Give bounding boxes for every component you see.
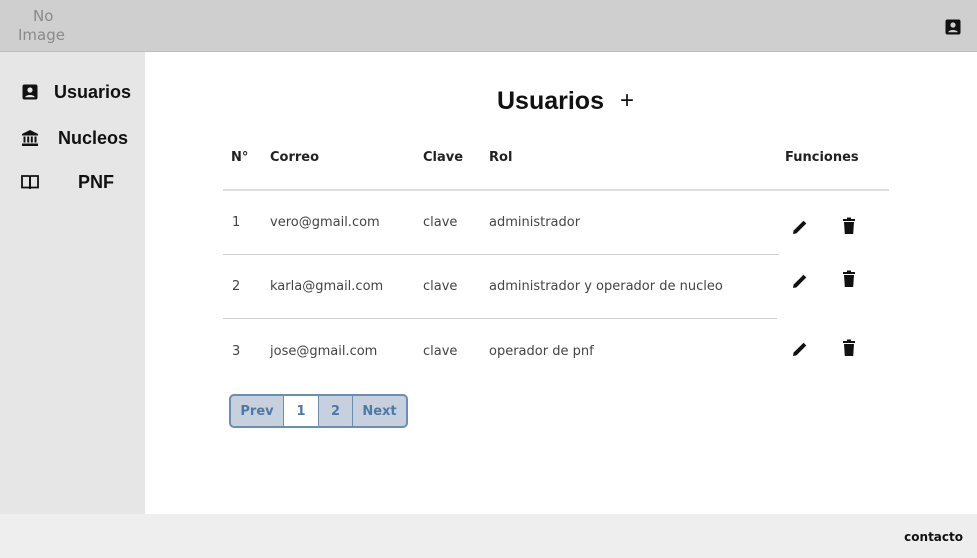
row-correo: vero@gmail.com xyxy=(270,215,380,230)
sidebar-item-pnf[interactable]: PNF xyxy=(0,166,145,198)
table-header-divider xyxy=(223,189,889,191)
row-number: 3 xyxy=(232,344,241,359)
page-title-bar: Usuarios + xyxy=(497,86,634,116)
logo-text-line2: Image xyxy=(18,26,65,44)
user-card-icon xyxy=(22,84,38,100)
page-title: Usuarios xyxy=(497,86,604,115)
pagination-prev-button[interactable]: Prev xyxy=(231,396,284,426)
row-number: 2 xyxy=(232,279,241,294)
column-header-correo: Correo xyxy=(270,150,320,165)
pagination: Prev 1 2 Next xyxy=(229,394,408,428)
sidebar-item-label: PNF xyxy=(78,171,114,192)
book-icon xyxy=(21,175,39,190)
sidebar: Usuarios Nucleos PNF xyxy=(0,52,145,514)
column-header-funciones: Funciones xyxy=(785,150,859,165)
add-user-button[interactable]: + xyxy=(620,89,634,113)
user-profile-icon[interactable] xyxy=(945,19,961,35)
column-header-rol: Rol xyxy=(489,150,513,165)
row-rol: administrador xyxy=(489,215,581,230)
logo-placeholder: No Image xyxy=(18,7,78,45)
row-rol: operador de pnf xyxy=(489,344,594,359)
row-number: 1 xyxy=(232,215,241,230)
sidebar-item-nucleos[interactable]: Nucleos xyxy=(0,122,145,154)
pagination-page-1[interactable]: 1 xyxy=(284,396,319,426)
row-divider xyxy=(223,254,779,255)
sidebar-item-usuarios[interactable]: Usuarios xyxy=(0,76,145,108)
row-clave: clave xyxy=(423,215,458,230)
row-clave: clave xyxy=(423,279,458,294)
top-bar: No Image xyxy=(0,0,977,52)
bank-icon xyxy=(22,130,38,146)
footer: contacto xyxy=(0,514,977,558)
trash-icon[interactable] xyxy=(840,217,858,235)
contact-link[interactable]: contacto xyxy=(904,530,963,544)
pencil-icon[interactable] xyxy=(791,340,809,358)
column-header-clave: Clave xyxy=(423,150,464,165)
column-header-number: N° xyxy=(231,150,249,165)
trash-icon[interactable] xyxy=(840,339,858,357)
sidebar-item-label: Nucleos xyxy=(58,127,129,148)
row-correo: jose@gmail.com xyxy=(270,344,378,359)
sidebar-item-label: Usuarios xyxy=(54,81,132,102)
row-rol: administrador y operador de nucleo xyxy=(489,279,723,294)
pagination-next-button[interactable]: Next xyxy=(353,396,406,426)
pencil-icon[interactable] xyxy=(791,272,809,290)
row-correo: karla@gmail.com xyxy=(270,279,384,294)
row-clave: clave xyxy=(423,344,458,359)
logo-text-line1: No xyxy=(33,7,54,25)
pagination-page-2[interactable]: 2 xyxy=(319,396,353,426)
row-divider xyxy=(223,318,777,319)
pencil-icon[interactable] xyxy=(791,218,809,236)
trash-icon[interactable] xyxy=(840,270,858,288)
